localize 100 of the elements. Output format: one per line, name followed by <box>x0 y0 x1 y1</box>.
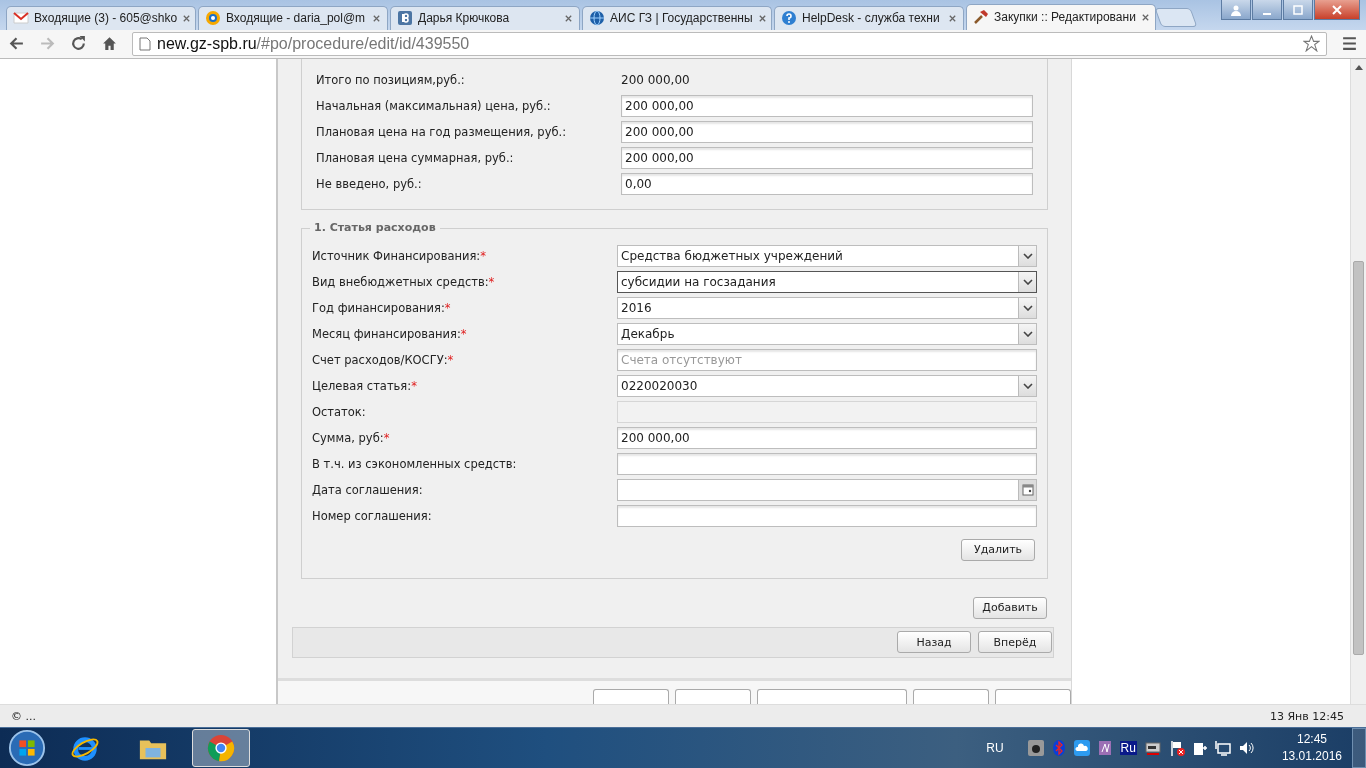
status-text: © ... <box>11 709 36 723</box>
field-label: Вид внебюджетных средств: <box>312 274 489 289</box>
close-icon[interactable] <box>182 13 192 23</box>
address-bar[interactable]: new.gz-spb.ru/#po/procedure/edit/id/439550 <box>132 31 1327 56</box>
dropdown-arrow-button[interactable] <box>1018 271 1036 292</box>
required-mark: * <box>383 430 390 445</box>
dropdown-field[interactable]: Средства бюджетных учреждений <box>617 244 1037 267</box>
caret-icon <box>1022 252 1033 259</box>
mail-icon <box>13 10 29 27</box>
required-mark: * <box>444 300 451 315</box>
hammer-icon <box>973 9 989 26</box>
close-icon <box>1331 3 1343 16</box>
field-label: Плановая цена суммарная, руб.: <box>316 150 515 165</box>
calendar-icon <box>1021 483 1034 496</box>
star-icon[interactable] <box>1303 35 1320 53</box>
nav-button[interactable]: Назад <box>897 631 971 654</box>
browser-tab[interactable]: Входящие (3) - 605@shko <box>6 5 196 30</box>
scroll-thumb[interactable] <box>1353 260 1364 655</box>
close-icon[interactable] <box>1140 12 1150 22</box>
nav-button[interactable]: Вперёд <box>978 631 1052 654</box>
field-label: Начальная (максимальная) цена, руб.: <box>316 98 552 113</box>
close-icon[interactable] <box>948 13 957 23</box>
caret-icon <box>1022 330 1033 337</box>
caret-icon <box>1022 278 1033 285</box>
close-icon[interactable] <box>564 13 573 23</box>
flag-error-icon[interactable] <box>1168 740 1185 756</box>
drive-icon[interactable] <box>1143 740 1162 756</box>
network-icon[interactable] <box>1214 740 1231 756</box>
user-button[interactable] <box>1221 0 1251 20</box>
home-icon[interactable] <box>101 35 118 53</box>
delete-button[interactable]: Удалить <box>961 538 1035 561</box>
required-mark: * <box>488 274 495 289</box>
dropdown-field[interactable]: 0220020030 <box>617 374 1037 397</box>
close-icon[interactable] <box>372 13 381 23</box>
caret-icon <box>1022 382 1033 389</box>
language-indicator[interactable]: RU <box>986 741 1004 755</box>
field-label: Месяц финансирования: <box>312 326 461 341</box>
maximize-icon <box>1292 3 1304 16</box>
required-mark: * <box>460 326 467 341</box>
chrome-icon <box>206 733 236 763</box>
field-label: Номер соглашения: <box>312 508 432 523</box>
page-icon <box>139 36 151 51</box>
input-field[interactable] <box>617 504 1037 527</box>
field-label: В т.ч. из сэкономленных средств: <box>312 456 517 471</box>
status-datetime: 13 Янв 12:45 <box>1270 709 1344 723</box>
close-icon[interactable] <box>757 13 767 23</box>
dropdown-arrow-button[interactable] <box>1018 297 1036 318</box>
dropdown-arrow-button[interactable] <box>1018 245 1036 266</box>
person-icon <box>1230 3 1242 16</box>
browser-tab[interactable]: Дарья Крючкова <box>390 5 580 30</box>
ring-icon <box>205 10 221 27</box>
dropdown-field[interactable]: Декабрь <box>617 322 1037 345</box>
scrollbar[interactable] <box>1350 58 1366 705</box>
date-field[interactable] <box>617 478 1037 501</box>
field-label: Сумма, руб: <box>312 430 384 445</box>
browser-tab[interactable]: АИС ГЗ | Государственны <box>582 5 772 30</box>
browser-tab[interactable]: Входящие - daria_pol@m <box>198 5 388 30</box>
group-title: 1. Статья расходов <box>310 220 440 234</box>
taskbar-clock[interactable]: 12:45 13.01.2016 <box>1281 731 1342 765</box>
speaker-icon[interactable] <box>1237 740 1254 756</box>
field-label: Счет расходов/КОСГУ: <box>312 352 448 367</box>
field-label: Год финансирования: <box>312 300 445 315</box>
scroll-up-icon[interactable] <box>1355 64 1363 70</box>
close-button[interactable] <box>1314 0 1360 20</box>
dropdown-field[interactable]: 2016 <box>617 296 1037 319</box>
browser-tab[interactable]: HelpDesk - служба техни <box>774 5 964 30</box>
minimize-icon <box>1263 12 1271 15</box>
cloud-icon[interactable] <box>1073 740 1090 756</box>
dropdown-arrow-button[interactable] <box>1018 323 1036 344</box>
dropdown-arrow-button[interactable] <box>1018 375 1036 396</box>
dropdown-field[interactable]: субсидии на госзадания <box>617 270 1037 293</box>
menu-icon[interactable] <box>1341 35 1358 53</box>
globe-icon <box>589 10 605 27</box>
input-field[interactable]: Счета отсутствуют <box>617 348 1037 371</box>
add-button[interactable]: Добавить <box>973 596 1047 619</box>
minimize-button[interactable] <box>1252 0 1282 20</box>
field-label: Целевая статья: <box>312 378 412 393</box>
required-mark: * <box>480 248 486 263</box>
social-icon <box>397 10 413 27</box>
browser-tab[interactable]: Закупки :: Редактировани <box>966 3 1156 30</box>
required-mark: * <box>411 378 417 393</box>
field-label: Источник Финансирования: <box>312 248 481 263</box>
input-field[interactable]: 200 000,00 <box>617 426 1037 449</box>
required-mark: * <box>447 352 454 367</box>
taskbar-app[interactable] <box>192 729 250 767</box>
input-field[interactable]: 0,00 <box>621 172 1033 195</box>
maximize-button[interactable] <box>1283 0 1313 20</box>
notebook-icon[interactable] <box>1096 740 1113 756</box>
caret-icon <box>1022 304 1033 311</box>
reload-icon[interactable] <box>70 35 87 53</box>
input-field[interactable]: 200 000,00 <box>621 146 1033 169</box>
field-label: Не введено, руб.: <box>316 176 423 191</box>
field-label: Остаток: <box>312 404 366 419</box>
input-field[interactable]: 200 000,00 <box>621 120 1033 143</box>
input-field[interactable] <box>617 452 1037 475</box>
input-field[interactable]: 200 000,00 <box>621 94 1033 117</box>
start-button[interactable] <box>8 729 46 767</box>
calendar-button[interactable] <box>1018 479 1036 500</box>
help-icon <box>781 10 797 27</box>
keyboard-layout-badge[interactable]: Ru <box>1119 741 1137 755</box>
